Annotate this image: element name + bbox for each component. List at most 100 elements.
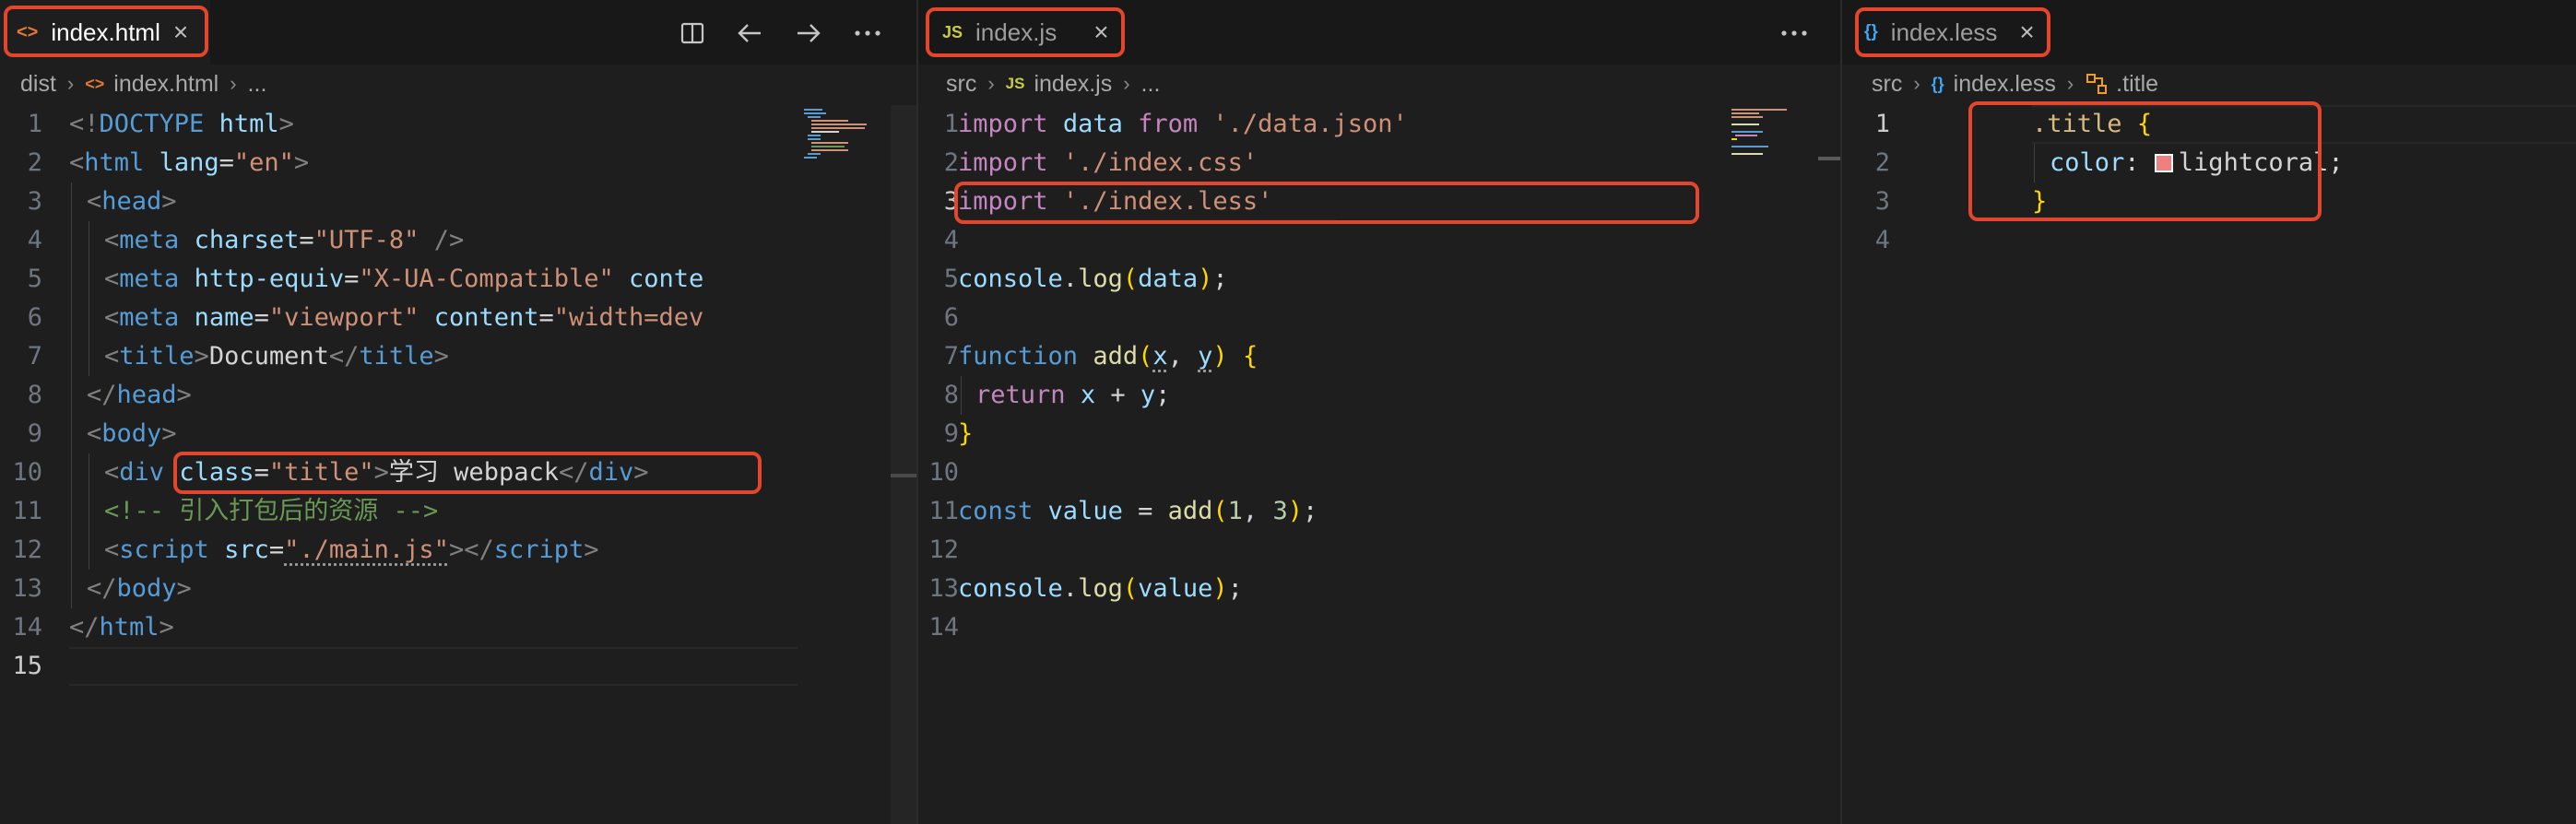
code-token: const (958, 497, 1034, 525)
code-token: = (254, 303, 269, 332)
chevron-right-icon: › (230, 72, 237, 95)
minimap-line (1731, 109, 1787, 111)
tab-index-html[interactable]: <> index.html × (0, 0, 210, 65)
breadcrumb-folder[interactable]: dist (20, 71, 56, 98)
code-token: 1 (1227, 497, 1243, 525)
breadcrumb-rest[interactable]: ... (1141, 71, 1161, 98)
code-token: <! (69, 110, 100, 138)
code-line: <div class="title">学习 webpack</div> (104, 453, 649, 492)
line-number: 1 (1874, 110, 1890, 138)
close-icon[interactable]: × (173, 19, 188, 45)
line-number: 3 (943, 187, 959, 216)
line-number: 5 (27, 265, 42, 293)
breadcrumb-file[interactable]: index.js (1034, 71, 1112, 98)
split-editor-icon[interactable] (674, 15, 711, 52)
code-token: add (1167, 497, 1213, 525)
tab-bar: JS index.js × (918, 0, 1840, 65)
code-token: + (1095, 381, 1140, 409)
code-token: ( (1212, 497, 1228, 525)
code-token: value (1138, 574, 1213, 603)
code-line: <html lang="en"> (69, 144, 309, 182)
minimap-line (1731, 124, 1759, 125)
code-token: > (161, 419, 177, 448)
minimap[interactable] (1726, 105, 1818, 824)
vertical-scrollbar[interactable] (891, 105, 916, 824)
code-token: ; (1155, 381, 1171, 409)
tab-label: index.html (51, 18, 160, 46)
code-line: </head> (87, 376, 192, 415)
code-line: <meta charset="UTF-8" /> (104, 221, 464, 260)
code-token: </ (87, 574, 117, 603)
code-token: function (958, 342, 1079, 371)
code-token: .title (2032, 110, 2122, 138)
code-token: = (254, 458, 269, 487)
code-token: </ (69, 613, 100, 642)
code-token: console (958, 574, 1063, 603)
code-token: = (299, 226, 314, 254)
code-token: = (219, 148, 234, 177)
html-file-icon: <> (17, 21, 39, 42)
minimap-line (1731, 146, 1768, 147)
code-token: ( (1122, 265, 1139, 293)
code-token: . (1062, 265, 1079, 293)
line-number: 11 (12, 497, 42, 525)
line-number: 6 (27, 303, 42, 332)
code-line: </html> (69, 608, 174, 647)
tab-index-less[interactable]: {} index.less × (1855, 0, 2049, 65)
code-token: head (101, 187, 162, 216)
tab-bar: <> index.html × (0, 0, 916, 65)
minimap-line (811, 142, 848, 144)
code-token: script (119, 536, 209, 564)
code-token: ; (1302, 497, 1318, 525)
less-file-icon: {} (1864, 22, 1878, 41)
code-line: console.log(data); (958, 260, 1228, 299)
code-token: > (633, 458, 649, 487)
minimap-line (1731, 153, 1763, 155)
breadcrumb-file[interactable]: index.html (113, 71, 219, 98)
code-token: import (958, 148, 1048, 177)
code-line: <head> (87, 182, 177, 221)
breadcrumb-file[interactable]: index.less (1954, 71, 2056, 98)
breadcrumb-rest[interactable]: ... (248, 71, 267, 98)
code-token: data (1062, 110, 1123, 138)
code-line: .title { (2032, 105, 2152, 144)
breadcrumb-folder[interactable]: src (1872, 71, 1902, 98)
code-token: body (101, 419, 162, 448)
line-number: 13 (12, 574, 42, 603)
minimap-line (808, 153, 821, 155)
code-line: } (2032, 182, 2047, 221)
breadcrumb: src › JS index.js › ... (918, 65, 1840, 103)
minimap-line (811, 131, 839, 133)
vertical-scrollbar[interactable] (1818, 105, 1840, 824)
code-line: color: lightcoral; (2050, 144, 2344, 182)
breadcrumb-folder[interactable]: src (946, 71, 976, 98)
code-token: add (1093, 342, 1139, 371)
go-forward-icon[interactable] (790, 15, 827, 52)
code-token: content (433, 303, 539, 332)
minimap[interactable] (798, 105, 891, 824)
code-token: < (87, 187, 102, 216)
close-icon[interactable]: × (1093, 19, 1108, 45)
chevron-right-icon: › (66, 72, 75, 95)
code-token: < (104, 536, 120, 564)
minimap-line (1731, 131, 1763, 133)
breadcrumb: src › {} index.less › .title (1842, 65, 2576, 103)
more-actions-icon[interactable] (1776, 15, 1813, 52)
close-icon[interactable]: × (2019, 19, 2034, 45)
minimap-line (1731, 112, 1759, 114)
code-line: } (958, 415, 973, 453)
minimap-line (1735, 135, 1757, 136)
go-back-icon[interactable] (731, 15, 768, 52)
code-token: 3 (1272, 497, 1288, 525)
code-token: ; (1227, 574, 1243, 603)
breadcrumb-symbol[interactable]: .title (2116, 71, 2158, 98)
more-actions-icon[interactable] (849, 15, 886, 52)
tab-index-js[interactable]: JS index.js × (924, 0, 1121, 65)
